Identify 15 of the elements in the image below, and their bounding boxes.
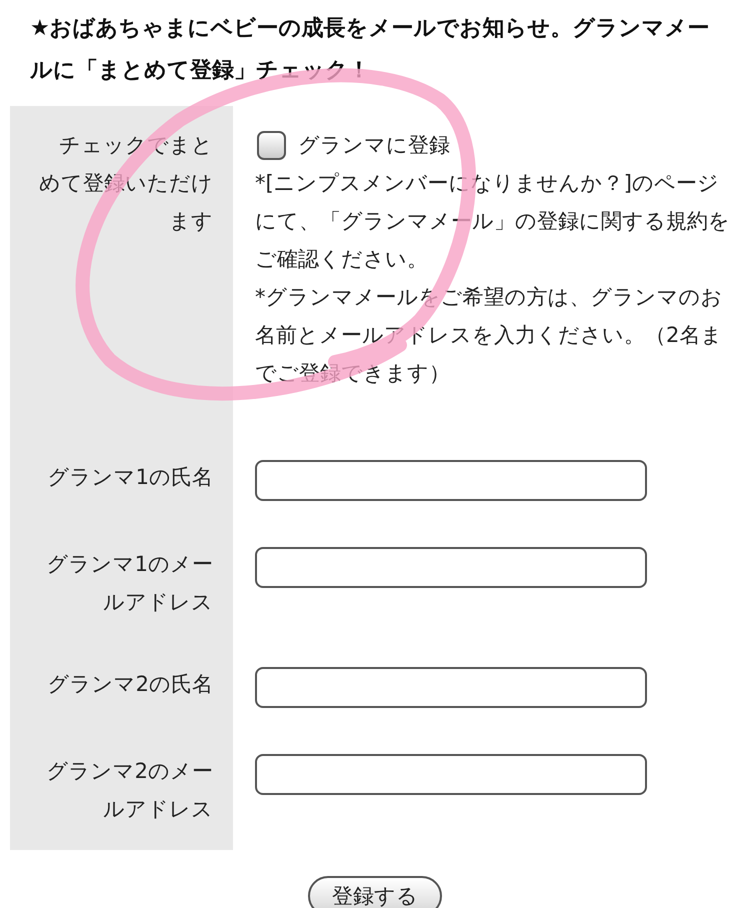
checkbox-label: グランマに登録 <box>298 132 450 159</box>
field-label: グランマ1のメールアドレス <box>46 552 213 614</box>
field-label: グランマ2の氏名 <box>48 672 213 696</box>
form-heading: ★おばあちゃまにベビーの成長をメールでお知らせ。グランマメールに「まとめて登録」チェック！ <box>29 15 711 85</box>
note-text: *グランマメールをご希望の方は、グランマのお名前とメールアドレスを入力ください。（2名までご登録できます） <box>255 284 724 387</box>
note-text: *[ニンプスメンバーになりませんか？]のページにて、「グランマメール」の登録に関する規約をご確認ください。 <box>255 170 731 273</box>
text-field[interactable] <box>255 667 647 708</box>
field-label: グランマ1の氏名 <box>48 465 213 489</box>
text-field[interactable] <box>255 754 647 795</box>
field-label: グランマ2のメールアドレス <box>46 759 213 821</box>
text-field[interactable] <box>255 547 647 588</box>
submit-button[interactable]: 登録する <box>308 876 442 908</box>
checkbox[interactable] <box>257 130 286 160</box>
text-field[interactable] <box>255 460 647 501</box>
field-label: チェックでまとめて登録いただけます <box>39 133 213 233</box>
